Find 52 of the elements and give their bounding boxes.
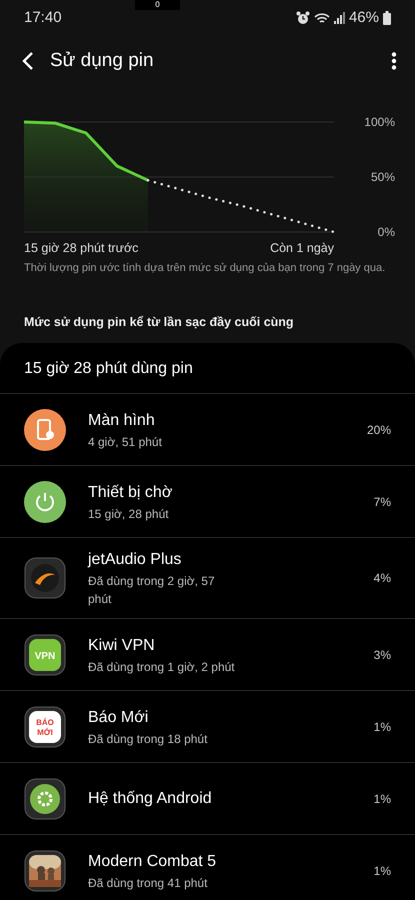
page-title: Sử dụng pin xyxy=(50,48,154,73)
usage-row[interactable]: Màn hình 4 giờ, 51 phút 20% xyxy=(0,393,415,466)
section-title: Mức sử dụng pin kể từ lần sạc đầy cuối cùng xyxy=(23,314,295,331)
app-name: Báo Mới xyxy=(88,708,150,728)
usage-row[interactable]: VPN Kiwi VPN Đã dùng trong 1 giờ, 2 phút 3% xyxy=(0,618,415,690)
app-icon xyxy=(24,557,66,600)
usage-percent: 1% xyxy=(374,862,391,880)
usage-row[interactable]: BÁO MỚI Báo Mới Đã dùng trong 18 phút 1% xyxy=(0,690,415,762)
wifi-icon xyxy=(314,12,330,24)
usage-percent: 1% xyxy=(374,790,391,808)
usage-row[interactable]: Modern Combat 5 Đã dùng trong 41 phút 1% xyxy=(0,834,415,900)
usage-time: 4 giờ, 51 phút xyxy=(88,434,162,451)
app-icon xyxy=(24,850,66,892)
usage-row[interactable]: Hệ thống Android 1% xyxy=(0,762,415,834)
usage-time: Đã dùng trong 41 phút xyxy=(88,874,208,892)
app-icon: VPN xyxy=(24,634,66,676)
usage-percent: 4% xyxy=(374,570,391,588)
usage-time: Đã dùng trong 18 phút xyxy=(88,730,208,748)
notch-label: 0 xyxy=(135,0,180,10)
usage-time: Đã dùng trong 2 giờ, 57 phút xyxy=(88,573,216,608)
battery-icon xyxy=(383,11,391,25)
usage-percent: 7% xyxy=(374,494,391,511)
y-tick-label: 100% xyxy=(364,115,395,129)
more-options-icon[interactable] xyxy=(391,52,397,70)
y-tick-label: 50% xyxy=(370,170,395,184)
y-tick-label: 0% xyxy=(378,225,395,239)
app-name: Hệ thống Android xyxy=(88,788,212,809)
app-name: Modern Combat 5 xyxy=(88,852,216,872)
usage-row[interactable]: jetAudio Plus Đã dùng trong 2 giờ, 57 phút 4% xyxy=(0,537,415,618)
usage-percent: 20% xyxy=(366,422,391,439)
usage-percent: 1% xyxy=(374,718,391,736)
signal-icon xyxy=(334,12,345,24)
usage-percent: 3% xyxy=(374,646,391,664)
app-name: Thiết bị chờ xyxy=(88,482,172,503)
usage-row[interactable]: Thiết bị chờ 15 giờ, 28 phút 7% xyxy=(0,465,415,538)
alarm-icon xyxy=(296,11,310,25)
power-icon xyxy=(24,480,66,523)
start-time-label: 15 giờ 28 phút trước xyxy=(24,241,138,255)
total-usage: 15 giờ 28 phút dùng pin xyxy=(23,359,194,380)
usage-time: Đã dùng trong 1 giờ, 2 phút xyxy=(88,658,235,676)
app-name: jetAudio Plus xyxy=(88,550,182,570)
usage-time: 15 giờ, 28 phút xyxy=(88,506,170,523)
remaining-time-label: Còn 1 ngày xyxy=(270,241,334,255)
battery-percent: 46% xyxy=(348,8,379,28)
status-time: 17:40 xyxy=(24,8,62,28)
back-icon[interactable] xyxy=(22,52,34,70)
gear-icon xyxy=(24,778,66,820)
app-icon: BÁO MỚI xyxy=(24,706,66,748)
app-name: Màn hình xyxy=(88,410,156,431)
estimate-note: Thời lượng pin ước tính dựa trên mức sử dụng của bạn trong 7 ngày qua. xyxy=(23,261,386,276)
phone-screen-icon xyxy=(24,408,66,451)
app-name: Kiwi VPN xyxy=(88,636,156,656)
